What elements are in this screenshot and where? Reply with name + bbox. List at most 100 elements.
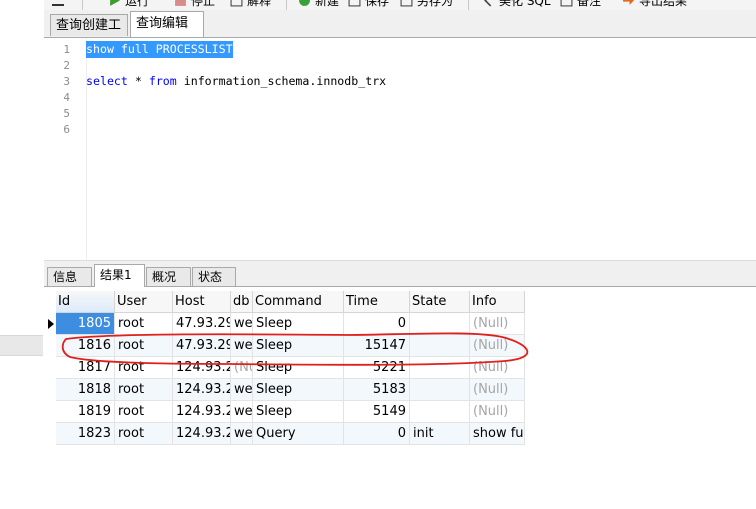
note-label: 备注	[577, 0, 602, 8]
sql-editor[interactable]: 1 2 3 4 5 6 show full PROCESSLIST select…	[44, 38, 756, 260]
cell-command[interactable]: Query	[253, 423, 344, 445]
cell-db[interactable]: (Nu	[231, 357, 253, 379]
cell-host[interactable]: 124.93.28	[173, 401, 231, 423]
cell-host[interactable]: 124.93.28	[173, 357, 231, 379]
column-header-state[interactable]: State	[410, 291, 470, 313]
cell-db[interactable]: wei	[231, 401, 253, 423]
cell-time[interactable]: 0	[344, 423, 410, 445]
cell-id[interactable]: 1817	[56, 357, 115, 379]
cell-user[interactable]: root	[115, 423, 173, 445]
toolbar-separator	[468, 0, 469, 10]
cell-state[interactable]	[410, 379, 470, 401]
line-number: 3	[63, 75, 70, 88]
current-row-indicator	[48, 319, 54, 329]
cell-user[interactable]: root	[115, 357, 173, 379]
cell-host[interactable]: 124.93.28	[173, 423, 231, 445]
beautify-sql-button[interactable]: 美化 SQL	[482, 0, 551, 8]
column-header-info[interactable]: Info	[470, 291, 525, 313]
cell-info[interactable]: (Null)	[470, 313, 525, 335]
line-number: 2	[63, 59, 70, 72]
cell-db[interactable]: wei	[231, 313, 253, 335]
tab-status[interactable]: 状态	[192, 267, 236, 286]
column-header-db[interactable]: db	[231, 291, 253, 313]
toolbar-menu-button[interactable]	[52, 0, 64, 8]
code-line-1[interactable]: show full PROCESSLIST	[86, 41, 233, 58]
column-header-id[interactable]: Id	[56, 291, 115, 313]
cell-id[interactable]: 1823	[56, 423, 115, 445]
run-label: 运行	[125, 0, 150, 8]
cell-id[interactable]: 1819	[56, 401, 115, 423]
result-grid[interactable]: Id User Host db Command Time State Info …	[44, 287, 756, 509]
cell-state[interactable]	[410, 401, 470, 423]
cell-time[interactable]: 15147	[344, 335, 410, 357]
cell-state[interactable]: init	[410, 423, 470, 445]
column-header-host[interactable]: Host	[173, 291, 231, 313]
editor-tab-bar: 查询创建工具 查询编辑器	[44, 10, 756, 55]
explain-button[interactable]: 解释	[230, 0, 271, 8]
cell-user[interactable]: root	[115, 313, 173, 335]
stop-button[interactable]: 停止	[174, 0, 215, 8]
explain-label: 解释	[247, 0, 272, 8]
line-number: 6	[63, 123, 70, 136]
save-button[interactable]: 保存	[348, 0, 389, 8]
cell-db[interactable]: wei	[231, 379, 253, 401]
cell-time[interactable]: 5149	[344, 401, 410, 423]
cell-user[interactable]: root	[115, 379, 173, 401]
stop-label: 停止	[191, 0, 216, 8]
tab-query-editor[interactable]: 查询编辑器	[130, 11, 204, 55]
cell-state[interactable]	[410, 313, 470, 335]
tab-query-builder[interactable]: 查询创建工具	[50, 14, 128, 55]
cell-host[interactable]: 47.93.29.9	[173, 335, 231, 357]
cell-command[interactable]: Sleep	[253, 335, 344, 357]
cell-info[interactable]: (Null)	[470, 379, 525, 401]
run-button[interactable]: 运行	[108, 0, 149, 8]
save-as-icon	[400, 0, 413, 6]
cell-host[interactable]: 47.93.29.9	[173, 313, 231, 335]
note-button[interactable]: 备注	[560, 0, 601, 8]
toolbar-separator	[286, 0, 287, 10]
sql-operator: *	[127, 74, 149, 88]
result-tab-bar: 信息 结果1 概况 状态	[44, 264, 756, 287]
cell-command[interactable]: Sleep	[253, 401, 344, 423]
cell-user[interactable]: root	[115, 335, 173, 357]
cell-time[interactable]: 0	[344, 313, 410, 335]
cell-time[interactable]: 5183	[344, 379, 410, 401]
cell-state[interactable]	[410, 335, 470, 357]
cell-id[interactable]: 1818	[56, 379, 115, 401]
new-button[interactable]: 新建	[298, 0, 339, 8]
sql-table-name: information_schema.innodb_trx	[176, 74, 387, 88]
cell-info[interactable]: show full	[470, 423, 525, 445]
tab-profile[interactable]: 概况	[146, 267, 191, 286]
note-icon	[560, 0, 573, 6]
cell-state[interactable]	[410, 357, 470, 379]
save-icon	[348, 0, 361, 6]
cell-user[interactable]: root	[115, 401, 173, 423]
cell-command[interactable]: Sleep	[253, 313, 344, 335]
cell-id[interactable]: 1816	[56, 335, 115, 357]
tab-result-1[interactable]: 结果1	[94, 264, 145, 287]
stop-icon	[175, 0, 186, 6]
export-results-button[interactable]: 导出结果	[622, 0, 687, 8]
cell-info[interactable]: (Null)	[470, 401, 525, 423]
cell-host[interactable]: 124.93.28	[173, 379, 231, 401]
save-as-button[interactable]: 另存为	[400, 0, 453, 8]
tab-label: 状态	[198, 270, 223, 284]
cell-time[interactable]: 5221	[344, 357, 410, 379]
cell-info[interactable]: (Null)	[470, 335, 525, 357]
column-header-user[interactable]: User	[115, 291, 173, 313]
cell-db[interactable]: wei	[231, 335, 253, 357]
line-number: 5	[63, 107, 70, 120]
cell-db[interactable]: wei	[231, 423, 253, 445]
beautify-icon	[484, 0, 492, 6]
cell-command[interactable]: Sleep	[253, 379, 344, 401]
new-icon	[299, 0, 310, 6]
cell-command[interactable]: Sleep	[253, 357, 344, 379]
column-header-time[interactable]: Time	[344, 291, 410, 313]
column-header-command[interactable]: Command	[253, 291, 344, 313]
cell-id[interactable]: 1805	[56, 313, 115, 335]
export-icon	[623, 0, 634, 5]
code-line-3[interactable]: select * from information_schema.innodb_…	[86, 74, 386, 88]
tab-message[interactable]: 信息	[47, 267, 92, 286]
left-panel-selected-row[interactable]	[0, 335, 43, 356]
cell-info[interactable]: (Null)	[470, 357, 525, 379]
